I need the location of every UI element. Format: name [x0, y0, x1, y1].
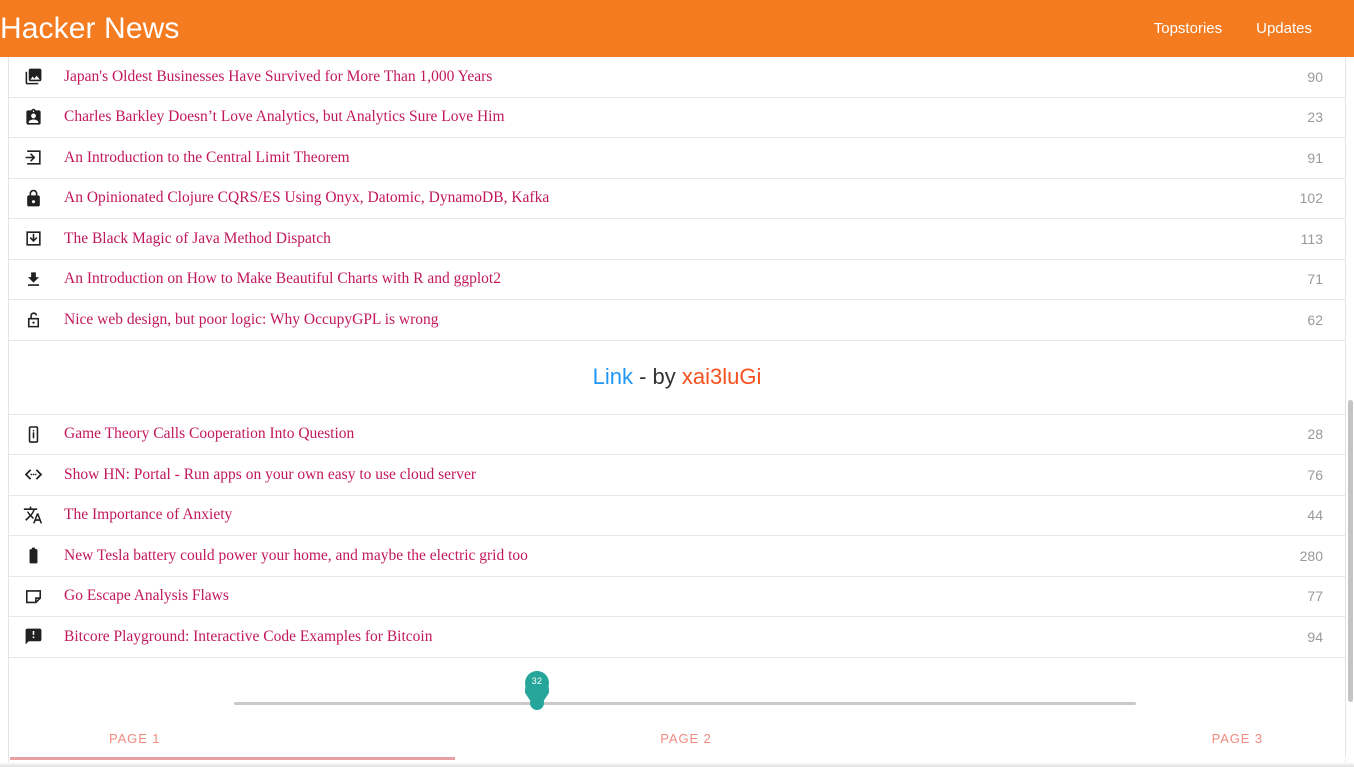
story-title-cell: Charles Barkley Doesn’t Love Analytics, …: [57, 108, 1259, 126]
page-tab-2[interactable]: PAGE 2: [160, 731, 1211, 746]
story-link[interactable]: An Opinionated Clojure CQRS/ES Using Ony…: [64, 189, 549, 206]
story-link[interactable]: The Black Magic of Java Method Dispatch: [64, 230, 331, 247]
story-link[interactable]: An Introduction on How to Make Beautiful…: [64, 270, 501, 287]
story-title-cell: Japan's Oldest Businesses Have Survived …: [57, 68, 1259, 86]
table-row[interactable]: Bitcore Playground: Interactive Code Exa…: [9, 617, 1345, 658]
battery-icon: [9, 546, 57, 565]
story-score: 76: [1307, 466, 1323, 483]
story-title-cell: Bitcore Playground: Interactive Code Exa…: [57, 628, 1259, 646]
translate-icon: [9, 505, 57, 525]
story-link[interactable]: Game Theory Calls Cooperation Into Quest…: [64, 425, 354, 442]
photo-library-icon: [9, 67, 57, 86]
slider-thumb-knob[interactable]: [530, 695, 544, 710]
story-link[interactable]: Show HN: Portal - Run apps on your own e…: [64, 466, 476, 483]
slider-thumb-bubble-top: [525, 670, 549, 695]
story-title-cell: The Importance of Anxiety: [57, 506, 1259, 524]
page-title: Hacker News: [0, 11, 180, 45]
page-slider[interactable]: 32: [234, 670, 1136, 710]
progress-fill: [10, 757, 455, 760]
table-row[interactable]: Nice web design, but poor logic: Why Occ…: [9, 300, 1345, 341]
story-title-cell: An Opinionated Clojure CQRS/ES Using Ony…: [57, 189, 1259, 207]
story-title-cell: New Tesla battery could power your home,…: [57, 547, 1259, 565]
content-scroll-area[interactable]: Japan's Oldest Businesses Have Survived …: [0, 57, 1354, 767]
app-root: Hacker News Topstories Updates Japan's O…: [0, 0, 1354, 767]
app-toolbar: Hacker News Topstories Updates: [0, 0, 1354, 57]
contact-card-icon: [9, 108, 57, 127]
table-row[interactable]: Japan's Oldest Businesses Have Survived …: [9, 57, 1345, 98]
story-link[interactable]: Nice web design, but poor logic: Why Occ…: [64, 311, 439, 328]
promo-author-link[interactable]: xai3luGi: [682, 364, 761, 389]
promo-text: Link - by xai3luGi: [593, 366, 762, 388]
lock-open-icon: [9, 310, 57, 329]
story-link[interactable]: Go Escape Analysis Flaws: [64, 587, 229, 604]
story-title-cell: An Introduction on How to Make Beautiful…: [57, 270, 1259, 288]
save-alt-icon: [9, 229, 57, 248]
story-score: 71: [1307, 271, 1323, 288]
story-title-cell: The Black Magic of Java Method Dispatch: [57, 230, 1259, 248]
phone-info-icon: [9, 425, 57, 444]
table-row[interactable]: The Black Magic of Java Method Dispatch …: [9, 219, 1345, 260]
table-row[interactable]: An Introduction on How to Make Beautiful…: [9, 259, 1345, 300]
slider-track[interactable]: [234, 701, 1136, 705]
bottom-shadow: [0, 762, 1354, 767]
nav-link-updates[interactable]: Updates: [1256, 20, 1312, 37]
page-tabs: PAGE 1 PAGE 2 PAGE 3: [17, 731, 1354, 746]
story-link[interactable]: The Importance of Anxiety: [64, 506, 232, 523]
story-score: 90: [1307, 68, 1323, 85]
announcement-icon: [9, 627, 57, 646]
table-row[interactable]: Show HN: Portal - Run apps on your own e…: [9, 455, 1345, 496]
note-page-icon: [9, 587, 57, 606]
stories-table: Japan's Oldest Businesses Have Survived …: [8, 57, 1346, 767]
story-score: 44: [1307, 507, 1323, 524]
story-title-cell: Go Escape Analysis Flaws: [57, 587, 1259, 605]
login-arrow-icon: [9, 148, 57, 167]
slider-thumb[interactable]: 32: [525, 670, 549, 717]
code-brackets-icon: [9, 464, 57, 485]
table-row[interactable]: New Tesla battery could power your home,…: [9, 536, 1345, 577]
scrollbar-thumb[interactable]: [1348, 400, 1353, 702]
promo-link[interactable]: Link: [593, 364, 633, 389]
story-link[interactable]: Japan's Oldest Businesses Have Survived …: [64, 68, 492, 85]
story-score: 28: [1307, 426, 1323, 443]
story-link[interactable]: New Tesla battery could power your home,…: [64, 547, 528, 564]
story-score: 94: [1307, 628, 1323, 645]
story-score: 77: [1307, 588, 1323, 605]
story-score: 113: [1300, 230, 1323, 247]
story-title-cell: Game Theory Calls Cooperation Into Quest…: [57, 425, 1259, 443]
story-link[interactable]: Charles Barkley Doesn’t Love Analytics, …: [64, 108, 505, 125]
page-tab-1[interactable]: PAGE 1: [109, 731, 160, 746]
story-title-cell: Show HN: Portal - Run apps on your own e…: [57, 466, 1259, 484]
vertical-scrollbar[interactable]: [1348, 57, 1354, 767]
story-title-cell: An Introduction to the Central Limit The…: [57, 149, 1259, 167]
table-row[interactable]: Go Escape Analysis Flaws 77: [9, 576, 1345, 617]
toolbar-nav: Topstories Updates: [1154, 20, 1312, 37]
table-row[interactable]: An Opinionated Clojure CQRS/ES Using Ony…: [9, 178, 1345, 219]
story-score: 23: [1307, 109, 1323, 126]
download-icon: [9, 270, 57, 289]
story-title-cell: Nice web design, but poor logic: Why Occ…: [57, 311, 1259, 329]
promo-row: Link - by xai3luGi: [9, 340, 1345, 415]
pagination-footer: 32 PAGE 1 PAGE 2 PAGE 3: [9, 657, 1345, 767]
bottom-progress-bar: [0, 757, 1354, 761]
story-score: 280: [1299, 547, 1323, 564]
page-tab-3[interactable]: PAGE 3: [1212, 731, 1263, 746]
table-row[interactable]: Charles Barkley Doesn’t Love Analytics, …: [9, 97, 1345, 138]
table-row[interactable]: Game Theory Calls Cooperation Into Quest…: [9, 414, 1345, 455]
story-score: 62: [1307, 311, 1323, 328]
story-score: 102: [1299, 190, 1323, 207]
story-score: 91: [1307, 149, 1323, 166]
story-link[interactable]: Bitcore Playground: Interactive Code Exa…: [64, 628, 432, 645]
table-row[interactable]: The Importance of Anxiety 44: [9, 495, 1345, 536]
nav-link-topstories[interactable]: Topstories: [1154, 20, 1222, 37]
story-link[interactable]: An Introduction to the Central Limit The…: [64, 149, 350, 166]
promo-separator: - by: [632, 364, 682, 389]
table-row[interactable]: An Introduction to the Central Limit The…: [9, 138, 1345, 179]
lock-closed-icon: [9, 189, 57, 208]
